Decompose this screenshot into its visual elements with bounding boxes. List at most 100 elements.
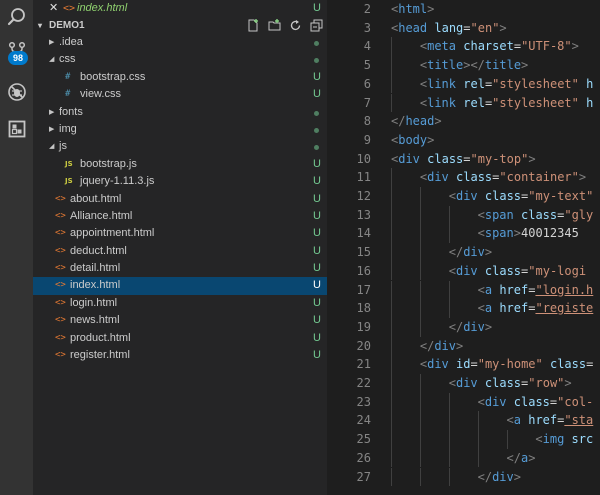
file-item[interactable]: <> detail.html U [33, 260, 327, 277]
file-item[interactable]: # view.css U [33, 86, 327, 103]
file-item[interactable]: <> index.html U [33, 277, 327, 295]
tree-item-label: Alliance.html [70, 209, 133, 222]
html-file-icon: <> [55, 280, 66, 291]
tree-item-label: bootstrap.js [80, 157, 137, 170]
file-tree: ▶ .idea ◢ css # bootstrap.css U # view.css U ▶ font… [33, 34, 327, 364]
project-section-header[interactable]: ▾ DEMO1 [33, 17, 327, 34]
line-number: 12 [356, 189, 371, 203]
file-item[interactable]: <> deduct.html U [33, 243, 327, 260]
tree-item-label: appointment.html [70, 227, 155, 240]
indent-guide [391, 243, 392, 262]
new-folder-icon[interactable] [268, 19, 281, 32]
refresh-icon[interactable] [289, 19, 302, 32]
debug-icon[interactable] [0, 75, 33, 109]
code-text: <a href="registe [477, 301, 594, 316]
code-text: <div class="container"> [419, 170, 587, 185]
extensions-icon[interactable] [0, 112, 33, 146]
indent-guide [419, 280, 421, 300]
indent-guide [419, 411, 421, 431]
file-item[interactable]: <> about.html U [33, 191, 327, 208]
code-line: 14 <span>40012345 [327, 224, 600, 244]
css-file-icon: # [65, 89, 71, 100]
file-item[interactable]: <> product.html U [33, 330, 327, 347]
code-text: <link rel="stylesheet" h [419, 95, 594, 110]
git-status: U [313, 175, 321, 188]
indent-guide [391, 467, 392, 487]
git-status: U [313, 2, 321, 14]
indent-guide [391, 448, 392, 468]
indent-guide [477, 448, 479, 468]
code-line: 27 </div> [327, 467, 600, 487]
indent-guide [391, 317, 392, 337]
code-line: 24 <a href="sta [327, 411, 600, 431]
folder-item[interactable]: ◢ css [33, 51, 327, 68]
indent-guide [419, 392, 421, 412]
tree-item-label: img [59, 122, 77, 135]
git-status: U [313, 192, 321, 205]
code-text: <div id="my-home" class= [419, 357, 594, 372]
html-file-icon: <> [55, 332, 66, 343]
indent-guide [448, 205, 450, 225]
search-icon[interactable] [0, 0, 33, 34]
code-text: <div class="col- [477, 394, 594, 409]
tree-item-label: js [59, 140, 67, 153]
code-line: 3 <head lang="en"> [327, 19, 600, 38]
folder-item[interactable]: ◢ js [33, 138, 327, 155]
folder-item[interactable]: ▶ img [33, 121, 327, 138]
file-item[interactable]: <> register.html U [33, 347, 327, 364]
open-editor-item[interactable]: ✕ <> index.html U [33, 0, 327, 17]
indent-guide [391, 93, 392, 113]
line-number: 6 [363, 76, 371, 91]
code-line: 22 <div class="row"> [327, 374, 600, 393]
file-item[interactable]: <> Alliance.html U [33, 208, 327, 225]
tree-item-label: view.css [80, 88, 121, 101]
modified-dot-icon [314, 145, 319, 151]
indent-guide [448, 411, 450, 431]
code-text: <head lang="en"> [391, 20, 507, 35]
file-item[interactable]: # bootstrap.css U [33, 69, 327, 86]
line-number: 3 [363, 20, 371, 35]
indent-guide [391, 187, 392, 206]
chevron-right-icon: ▶ [49, 108, 55, 116]
code-line: 12 <div class="my-text" [327, 187, 600, 206]
line-number: 23 [356, 394, 371, 409]
file-item[interactable]: <> news.html U [33, 312, 327, 329]
line-number: 14 [356, 226, 371, 241]
close-icon[interactable]: ✕ [49, 0, 58, 17]
tree-item-label: about.html [70, 192, 122, 205]
folder-item[interactable]: ▶ .idea [33, 34, 327, 51]
line-number: 9 [363, 132, 371, 147]
git-status: U [313, 70, 321, 83]
chevron-right-icon: ▶ [49, 39, 55, 46]
code-editor[interactable]: 2 <html> 3 <head lang="en"> 4 <meta charset="… [327, 0, 600, 495]
indent-guide [477, 430, 479, 449]
code-line: 6 <link rel="stylesheet" h [327, 74, 600, 94]
code-text: </div> [419, 338, 464, 353]
html-file-icon: <> [55, 297, 66, 308]
code-text: <img src [535, 432, 594, 447]
code-text: </div> [477, 469, 521, 484]
line-number: 18 [356, 301, 371, 316]
file-item[interactable]: <> appointment.html U [33, 225, 327, 242]
git-status: U [313, 279, 321, 292]
code-line: 23 <div class="col- [327, 392, 600, 412]
project-title: DEMO1 [49, 20, 85, 31]
code-text: </a> [506, 450, 536, 465]
collapse-all-icon[interactable] [310, 19, 323, 32]
line-number: 5 [363, 58, 371, 73]
code-line: 13 <span class="gly [327, 205, 600, 225]
new-file-icon[interactable] [247, 19, 260, 32]
code-line: 11 <div class="container"> [327, 168, 600, 187]
code-text: <link rel="stylesheet" h [419, 76, 594, 91]
line-number: 2 [363, 2, 371, 16]
indent-guide [391, 74, 392, 94]
file-item[interactable]: JS jquery-1.11.3.js U [33, 173, 327, 190]
file-item[interactable]: <> login.html U [33, 295, 327, 312]
code-text: <div class="my-top"> [391, 151, 536, 166]
code-line: 15 </div> [327, 243, 600, 262]
js-file-icon: JS [65, 159, 73, 168]
file-item[interactable]: JS bootstrap.js U [33, 156, 327, 173]
folder-item[interactable]: ▶ fonts [33, 104, 327, 121]
chevron-down-icon: ◢ [49, 143, 55, 151]
indent-guide [391, 430, 392, 449]
